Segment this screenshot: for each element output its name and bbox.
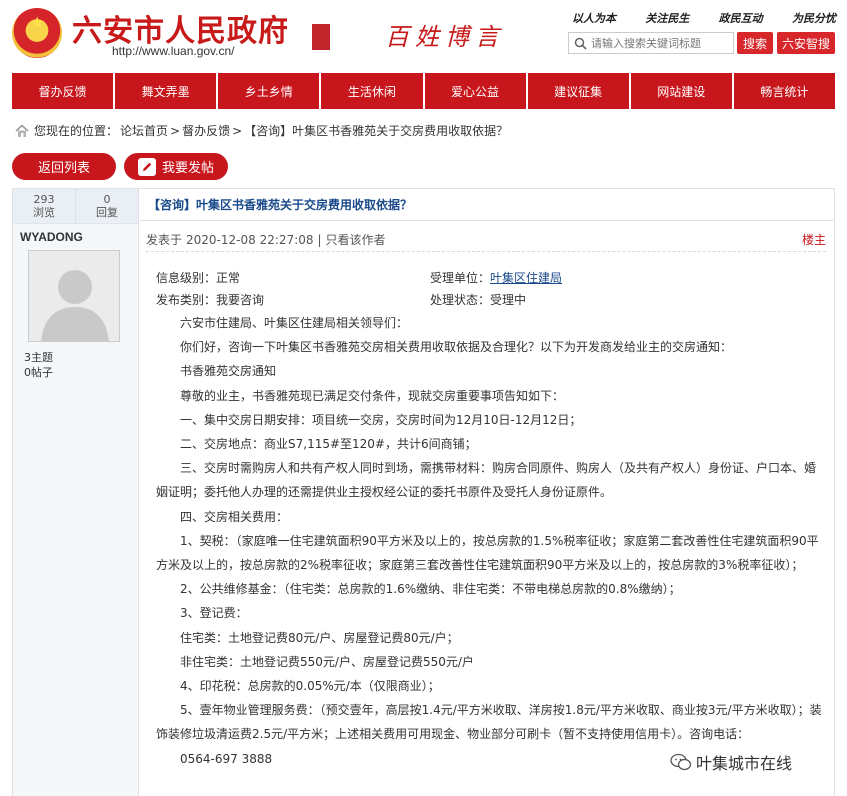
replies-label: 回复: [96, 206, 118, 219]
body-paragraph: 5、壹年物业管理服务费：（预交壹年，高层按1.4元/平方米收取、洋房按1.8元/…: [156, 703, 822, 742]
avatar[interactable]: [28, 250, 120, 342]
body-paragraph: 住宅类：土地登记费80元/户、房屋登记费80元/户；: [156, 630, 459, 645]
emblem-star-icon: ★: [30, 13, 45, 32]
nav-item-supervision[interactable]: 督办反馈: [12, 73, 116, 109]
motto: 以人为本: [572, 12, 616, 25]
nav-item-literature[interactable]: 舞文弄墨: [115, 73, 219, 109]
edit-icon: [137, 157, 156, 176]
wechat-watermark: 叶集城市在线: [670, 750, 792, 774]
views-label: 浏览: [33, 206, 55, 219]
body-paragraph: 书香雅苑交房通知: [156, 364, 277, 379]
search-input[interactable]: [591, 36, 733, 50]
author-name[interactable]: WYADONG: [20, 230, 138, 244]
post-body: 六安市住建局、叶集区住建局相关领导们： 你们好，咨询一下叶集区书香雅苑交房相关费…: [156, 311, 826, 771]
body-paragraph: 2、公共维修基金：（住宅类：总房款的1.6%缴纳、非住宅类：不带电梯总房款的0.…: [156, 582, 681, 597]
post-stats: 293 浏览 0 回复: [13, 189, 138, 224]
search-button[interactable]: 搜索: [737, 32, 773, 54]
breadcrumb-separator: >: [232, 123, 243, 138]
meta-divider: [146, 251, 826, 252]
search-icon: [569, 33, 591, 53]
post-content: 【咨询】叶集区书香雅苑关于交房费用收取依据？ 发表于 2020-12-08 22…: [140, 189, 834, 796]
back-to-list-button[interactable]: 返回列表: [12, 153, 116, 180]
search-box[interactable]: [568, 32, 734, 54]
body-paragraph: 非住宅类：土地登记费550元/户、房屋登记费550元/户: [156, 654, 474, 669]
body-paragraph: 尊敬的业主，书香雅苑现已满足交付条件，现就交房重要事项告知如下：: [156, 388, 565, 403]
info-left: 信息级别：正常 发布类别：我要咨询: [156, 267, 264, 311]
posted-time: 2020-12-08 22:27:08: [186, 232, 314, 247]
author-sidebar: 293 浏览 0 回复 WYADONG 3主题 0帖子: [13, 189, 139, 796]
nav-item-charity[interactable]: 爱心公益: [425, 73, 528, 109]
replies-count: 0: [103, 193, 111, 206]
smart-search-button[interactable]: 六安智搜: [777, 32, 835, 54]
breadcrumb-prefix: 您现在的位置：: [34, 124, 119, 138]
default-avatar-icon: [29, 251, 119, 341]
info-category-label: 发布类别：: [156, 293, 217, 307]
body-paragraph: 二、交房地点：商业S7,115#至120#，共计6间商铺；: [156, 437, 477, 452]
motto-row: 以人为本 关注民生 政民互动 为民分忧: [572, 10, 836, 26]
meta-separator: |: [317, 232, 322, 247]
body-paragraph: 1、契税：（家庭唯一住宅建筑面积90平方米及以上的，按总房款的1.5%税率征收；…: [156, 533, 819, 573]
nav-item-suggestions[interactable]: 建议征集: [528, 73, 631, 109]
breadcrumb-separator: >: [170, 123, 181, 138]
posted-prefix: 发表于: [146, 233, 183, 247]
motto: 政民互动: [718, 12, 763, 25]
motto: 为民分忧: [791, 12, 836, 25]
replies-stat: 0 回复: [75, 189, 138, 223]
floor-label: 楼主: [801, 233, 826, 247]
author-meta: 3主题 0帖子: [24, 350, 138, 380]
body-paragraph: 六安市住建局、叶集区住建局相关领导们：: [156, 316, 409, 330]
nav-item-hometown[interactable]: 乡土乡情: [218, 73, 322, 109]
home-icon: [15, 123, 29, 137]
info-unit-link[interactable]: 叶集区住建局: [490, 271, 562, 285]
breadcrumb-supervision[interactable]: 督办反馈: [182, 122, 230, 139]
red-seal-icon: [312, 24, 330, 50]
info-unit-label: 受理单位：: [430, 271, 491, 285]
main-nav: 督办反馈 舞文弄墨 乡土乡情 生活休闲 爱心公益 建议征集 网站建设 畅言统计: [12, 73, 835, 109]
new-post-button[interactable]: 我要发帖: [124, 153, 228, 180]
body-paragraph: 四、交房相关费用：: [156, 509, 289, 524]
watermark-text: 叶集城市在线: [696, 754, 793, 773]
info-level: 正常: [216, 271, 241, 285]
views-stat: 293 浏览: [13, 189, 75, 223]
body-paragraph: 4、印花税：总房款的0.05%元/本（仅限商业）；: [156, 679, 440, 694]
nav-item-leisure[interactable]: 生活休闲: [321, 73, 425, 109]
body-paragraph: 你们好，咨询一下叶集区书香雅苑交房相关费用收取依据及合理化？以下为开发商发给业主…: [156, 340, 733, 355]
nav-item-statistics[interactable]: 畅言统计: [734, 73, 835, 109]
site-header: ★ 六安市人民政府 http://www.luan.gov.cn/ 百姓博言 以…: [0, 0, 847, 70]
info-status-label: 处理状态：: [430, 293, 491, 307]
nav-item-website[interactable]: 网站建设: [631, 73, 734, 109]
new-post-label: 我要发帖: [161, 161, 214, 176]
body-paragraph: 3、登记费：: [156, 606, 248, 621]
author-only-link[interactable]: 只看该作者: [326, 231, 386, 248]
slogan-calligraphy: 百姓博言: [385, 23, 505, 51]
post-title: 【咨询】叶集区书香雅苑关于交房费用收取依据？: [140, 189, 834, 221]
wechat-icon: [670, 753, 692, 771]
author-posts: 0帖子: [24, 366, 53, 379]
breadcrumb-current: 【咨询】叶集区书香雅苑关于交房费用收取依据？: [244, 124, 509, 138]
info-category: 我要咨询: [216, 293, 265, 307]
author-topics: 3主题: [24, 351, 53, 364]
views-count: 293: [33, 193, 55, 206]
info-right: 受理单位：叶集区住建局 处理状态：受理中: [430, 267, 562, 311]
breadcrumb: 您现在的位置： 论坛首页 > 督办反馈 > 【咨询】叶集区书香雅苑关于交房费用收…: [14, 122, 510, 139]
breadcrumb-forum-home[interactable]: 论坛首页: [120, 122, 168, 139]
motto: 关注民生: [645, 12, 690, 25]
info-status: 受理中: [490, 293, 527, 307]
post-meta: 发表于 2020-12-08 22:27:08 | 只看该作者 楼主: [146, 231, 826, 248]
site-url[interactable]: http://www.luan.gov.cn/: [112, 44, 235, 58]
info-level-label: 信息级别：: [156, 271, 217, 285]
post-panel: 293 浏览 0 回复 WYADONG 3主题 0帖子 【咨询】叶集区书香雅苑关…: [12, 188, 835, 796]
body-paragraph: 一、集中交房日期安排：项目统一交房，交房时间为12月10日-12月12日；: [156, 412, 582, 427]
body-paragraph: 三、交房时需购房人和共有产权人同时到场，需携带材料：购房合同原件、购房人（及共有…: [156, 461, 817, 500]
